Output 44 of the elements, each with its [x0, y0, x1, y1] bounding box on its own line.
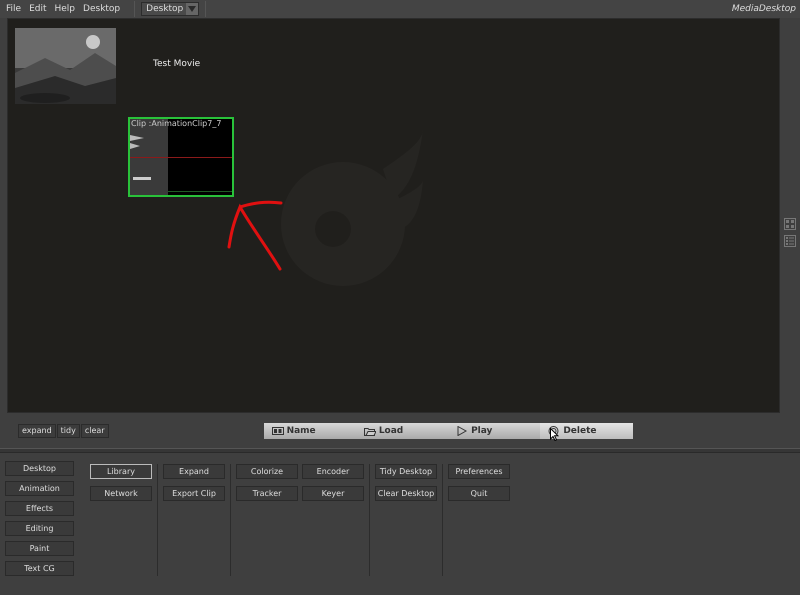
grid-view-icon[interactable] [784, 218, 796, 230]
app-title: MediaDesktop [732, 4, 796, 14]
function-button[interactable]: Tidy Desktop [375, 464, 437, 479]
function-button[interactable]: Preferences [448, 464, 510, 479]
clip-thumbnail[interactable]: Clip :AnimationClip7_7 [128, 117, 234, 197]
folder-icon [364, 426, 376, 436]
desktop-tool-button[interactable]: tidy [56, 424, 80, 438]
mouse-cursor-icon [550, 428, 559, 440]
sidebar-button[interactable]: Paint [5, 541, 74, 556]
sidebar-button[interactable]: Text CG [5, 561, 74, 576]
clip-title: Clip :AnimationClip7_7 [131, 119, 222, 128]
toolbar-button[interactable]: Play [448, 422, 540, 438]
toolbar-button[interactable]: Delete [540, 422, 633, 438]
movie-title: Test Movie [153, 59, 200, 69]
dropdown-caret-icon [188, 6, 196, 12]
menu-item[interactable]: Help [54, 4, 76, 14]
menu-item[interactable]: File [6, 4, 22, 14]
function-button[interactable]: Clear Desktop [375, 486, 437, 501]
sidebar-button[interactable]: Effects [5, 501, 74, 516]
sidebar-button[interactable]: Editing [5, 521, 74, 536]
circle-icon [548, 426, 560, 436]
toolbar-button[interactable]: Load [356, 422, 448, 438]
menu-item[interactable]: Edit [29, 4, 46, 14]
function-button[interactable]: Export Clip [163, 486, 225, 501]
function-button[interactable]: Expand [163, 464, 225, 479]
desktop-dropdown[interactable]: Desktop [141, 2, 200, 16]
sidebar-button[interactable]: Desktop [5, 461, 74, 476]
function-button[interactable]: Quit [448, 486, 510, 501]
list-view-icon[interactable] [784, 235, 796, 247]
sidebar-button[interactable]: Animation [5, 481, 74, 496]
filmstrip-icon [272, 426, 284, 436]
function-button[interactable]: Colorize [236, 464, 298, 479]
desktop-tool-button[interactable]: clear [80, 424, 109, 438]
play-icon [456, 426, 468, 436]
function-button[interactable]: Network [90, 486, 152, 501]
desktop-tool-button[interactable]: expand [18, 424, 56, 438]
arrow-annotation [228, 200, 282, 270]
function-button[interactable]: Keyer [302, 486, 364, 501]
function-button[interactable]: Encoder [302, 464, 364, 479]
function-button[interactable]: Tracker [236, 486, 298, 501]
desktop-canvas[interactable]: Test Movie Clip :AnimationClip7_7 [7, 18, 780, 413]
menu-item[interactable]: Desktop [83, 4, 120, 14]
toolbar-button[interactable]: Name [264, 422, 356, 438]
function-button[interactable]: Library [90, 464, 152, 479]
